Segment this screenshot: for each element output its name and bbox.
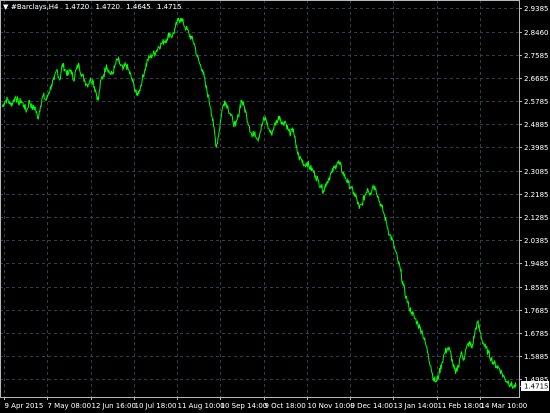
y-tick-label: 1.6785 [524,330,549,338]
y-tick-label: 2.2185 [524,191,549,199]
x-tick-label: 9 Dec 14:00 [351,402,394,410]
x-tick-label: 9 Apr 2015 [5,402,44,410]
y-tick-label: 2.3985 [524,144,549,152]
y-tick-label: 1.8585 [524,284,549,292]
x-tick-label: 10 Nov 10:00 [308,402,355,410]
y-tick-label: 2.5785 [524,98,549,106]
y-tick-label: 1.5885 [524,353,549,361]
dropdown-triangle-icon[interactable]: ▼ [3,3,9,11]
x-tick-label: 9 Oct 18:00 [265,402,306,410]
y-tick-label: 2.1285 [524,214,549,222]
x-tick-label: 12 Jun 16:00 [92,402,136,410]
y-tick-label: 2.9385 [524,5,549,13]
y-tick-label: 1.9485 [524,260,549,268]
y-tick-label: 2.4885 [524,121,549,129]
x-tick-label: 13 Jan 14:00 [394,402,438,410]
ohlc-low: 1.4645 [126,3,151,11]
y-tick-label: 1.7685 [524,307,549,315]
x-tick-label: 7 May 08:00 [48,402,92,410]
y-tick-label: 2.3085 [524,168,549,176]
chart-background [0,0,550,413]
symbol-label: #Barclays,H4 [11,3,59,11]
y-tick-label: 2.8460 [524,29,549,37]
x-tick-label: 11 Aug 10:00 [178,402,225,410]
price-chart[interactable]: 2.9385 2.8460 2.7585 2.6685 2.5785 2.4885 2.39… [0,0,550,413]
x-tick-label: 10 Jul 18:00 [135,402,177,410]
last-price-label: 1.4715 [524,383,549,391]
y-tick-label: 2.7585 [524,52,549,60]
ohlc-open: 1.4720 [65,3,90,11]
last-price-marker: 1.4715 [519,381,549,391]
ohlc-close: 1.4715 [157,3,182,11]
x-tick-label: 14 Mar 10:00 [481,402,528,410]
y-tick-label: 2.0385 [524,237,549,245]
x-tick-label: 11 Feb 18:00 [438,402,484,410]
ohlc-high: 1.4720 [95,3,120,11]
x-tick-label: 10 Sep 14:00 [221,402,268,410]
y-tick-label: 2.6685 [524,75,549,83]
